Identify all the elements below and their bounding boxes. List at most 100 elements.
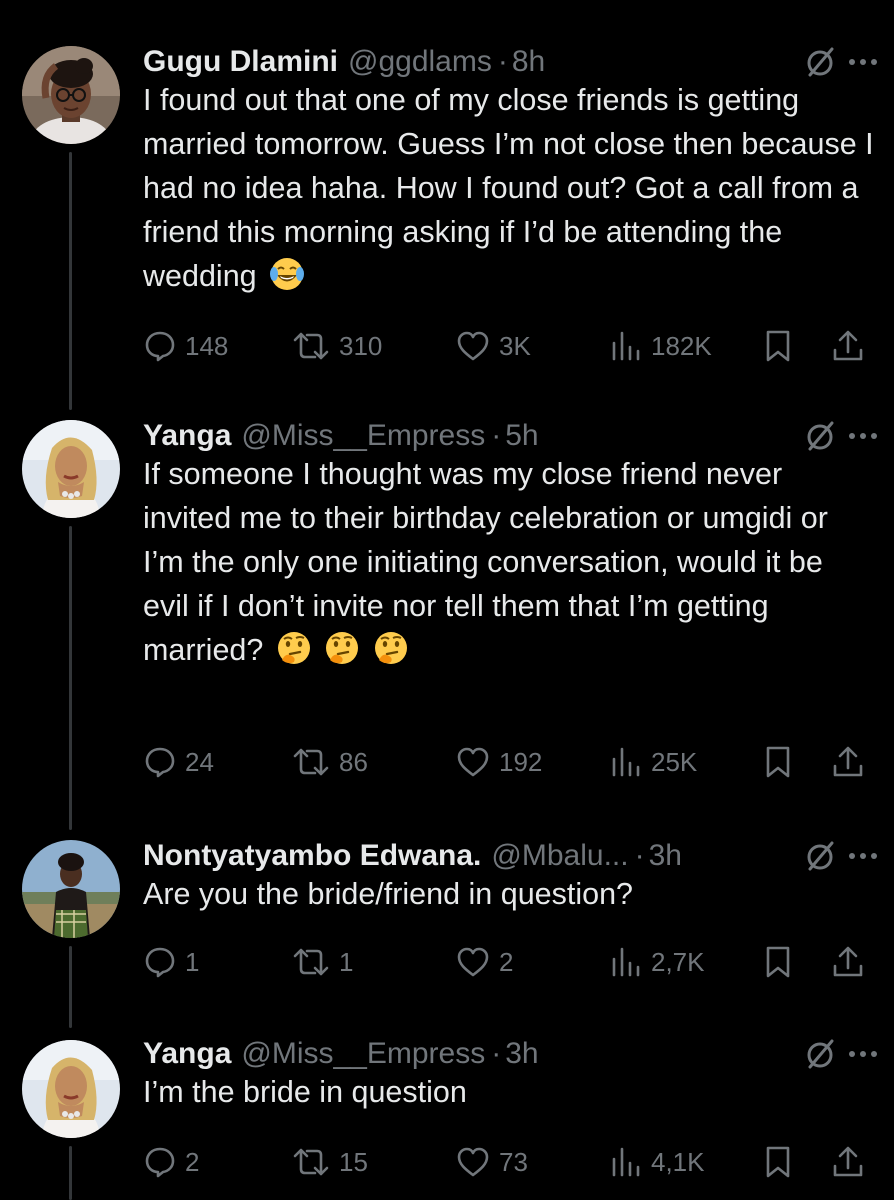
share-icon	[833, 746, 863, 777]
user-handle[interactable]: @Miss__Empress	[241, 1034, 485, 1074]
user-handle[interactable]: @Miss__Empress	[241, 416, 485, 456]
timestamp[interactable]: 8h	[512, 42, 545, 82]
bookmark-icon	[766, 330, 790, 362]
reply-button[interactable]: 24	[143, 742, 214, 782]
repost-icon	[293, 332, 329, 360]
tweet[interactable]: Nontyatyambo Edwana. @Mbalu... · 3h Are …	[0, 836, 894, 986]
views-button[interactable]: 4,1K	[609, 1142, 705, 1182]
thinking-face-emoji-icon	[277, 632, 310, 664]
more-options-icon[interactable]	[844, 1036, 882, 1072]
display-name[interactable]: Yanga	[143, 1034, 231, 1074]
display-name[interactable]: Gugu Dlamini	[143, 42, 338, 82]
bookmark-button[interactable]	[763, 1142, 793, 1182]
tweet-header: Nontyatyambo Edwana. @Mbalu... · 3h	[143, 836, 784, 876]
reply-count: 148	[185, 331, 229, 361]
more-options-icon[interactable]	[844, 838, 882, 874]
share-button[interactable]	[831, 942, 865, 982]
heart-icon	[457, 1147, 489, 1177]
action-bar: 2 15 73 4,1K	[143, 1142, 868, 1182]
views-button[interactable]: 25K	[609, 742, 697, 782]
tweet-text: I found out that one of my close friends…	[143, 83, 874, 293]
views-icon	[612, 1147, 640, 1177]
separator: ·	[497, 45, 508, 78]
reply-button[interactable]: 148	[143, 326, 228, 366]
tweet-text-container: If someone I thought was my close friend…	[143, 452, 833, 672]
more-options-icon[interactable]	[844, 44, 882, 80]
views-button[interactable]: 2,7K	[609, 942, 705, 982]
reply-count: 24	[185, 747, 214, 777]
tweet[interactable]: Yanga @Miss__Empress · 3h I’m the bride …	[0, 1034, 894, 1200]
reply-icon	[145, 747, 175, 778]
repost-icon	[293, 948, 329, 976]
repost-button[interactable]: 86	[291, 742, 368, 782]
user-handle[interactable]: @ggdlams	[348, 42, 492, 82]
separator: ·	[634, 839, 645, 872]
share-icon	[833, 1146, 863, 1177]
bookmark-button[interactable]	[763, 326, 793, 366]
share-icon	[833, 946, 863, 977]
repost-count: 86	[339, 747, 368, 777]
repost-button[interactable]: 310	[291, 326, 382, 366]
heart-icon	[457, 947, 489, 977]
repost-count: 1	[339, 947, 354, 977]
action-bar: 1 1 2 2,7K	[143, 942, 868, 982]
tears-of-joy-emoji-icon	[270, 258, 305, 290]
display-name[interactable]: Nontyatyambo Edwana.	[143, 836, 481, 876]
grok-icon[interactable]	[802, 838, 838, 874]
avatar[interactable]	[22, 46, 120, 144]
avatar[interactable]	[22, 1040, 120, 1138]
separator: ·	[491, 419, 502, 452]
reply-icon	[145, 1147, 175, 1178]
tweet-header: Gugu Dlamini @ggdlams · 8h	[143, 42, 784, 82]
views-button[interactable]: 182K	[609, 326, 712, 366]
timestamp[interactable]: 3h	[649, 836, 682, 876]
repost-icon	[293, 1148, 329, 1176]
repost-count: 310	[339, 331, 383, 361]
bookmark-button[interactable]	[763, 742, 793, 782]
avatar[interactable]	[22, 840, 120, 938]
like-button[interactable]: 2	[455, 942, 513, 982]
repost-button[interactable]: 15	[291, 1142, 368, 1182]
grok-icon[interactable]	[802, 418, 838, 454]
avatar[interactable]	[22, 420, 120, 518]
action-bar: 148 310 3K 182K	[143, 326, 868, 366]
tweet[interactable]: Gugu Dlamini @ggdlams · 8h I found out t…	[0, 42, 894, 372]
view-count: 2,7K	[651, 947, 705, 977]
user-handle[interactable]: @Mbalu...	[491, 836, 628, 876]
grok-icon[interactable]	[802, 1036, 838, 1072]
like-button[interactable]: 192	[455, 742, 542, 782]
heart-icon	[457, 331, 489, 361]
views-icon	[612, 331, 640, 361]
tweet-text-container: I found out that one of my close friends…	[143, 78, 878, 298]
grok-icon[interactable]	[802, 44, 838, 80]
timestamp[interactable]: 3h	[505, 1034, 538, 1074]
share-button[interactable]	[831, 1142, 865, 1182]
tweet-header: Yanga @Miss__Empress · 3h	[143, 1034, 784, 1074]
more-options-icon[interactable]	[844, 418, 882, 454]
timestamp[interactable]: 5h	[505, 416, 538, 456]
reply-count: 1	[185, 947, 200, 977]
reply-count: 2	[185, 1147, 200, 1177]
share-button[interactable]	[831, 742, 865, 782]
tweet[interactable]: Yanga @Miss__Empress · 5h If someone I t…	[0, 416, 894, 796]
display-name[interactable]: Yanga	[143, 416, 231, 456]
reply-button[interactable]: 2	[143, 1142, 199, 1182]
separator: ·	[491, 1037, 502, 1070]
repost-button[interactable]: 1	[291, 942, 353, 982]
reply-icon	[145, 947, 175, 978]
share-button[interactable]	[831, 326, 865, 366]
view-count: 25K	[651, 747, 698, 777]
like-count: 192	[499, 747, 543, 777]
bookmark-icon	[766, 746, 790, 778]
view-count: 182K	[651, 331, 712, 361]
like-button[interactable]: 3K	[455, 326, 531, 366]
views-icon	[612, 747, 640, 777]
reply-icon	[145, 331, 175, 362]
tweet-header: Yanga @Miss__Empress · 5h	[143, 416, 784, 456]
tweet-text-container: Are you the bride/friend in question?	[143, 872, 878, 916]
repost-icon	[293, 748, 329, 776]
bookmark-button[interactable]	[763, 942, 793, 982]
reply-button[interactable]: 1	[143, 942, 199, 982]
like-button[interactable]: 73	[455, 1142, 528, 1182]
tweet-text: Are you the bride/friend in question?	[143, 877, 634, 911]
